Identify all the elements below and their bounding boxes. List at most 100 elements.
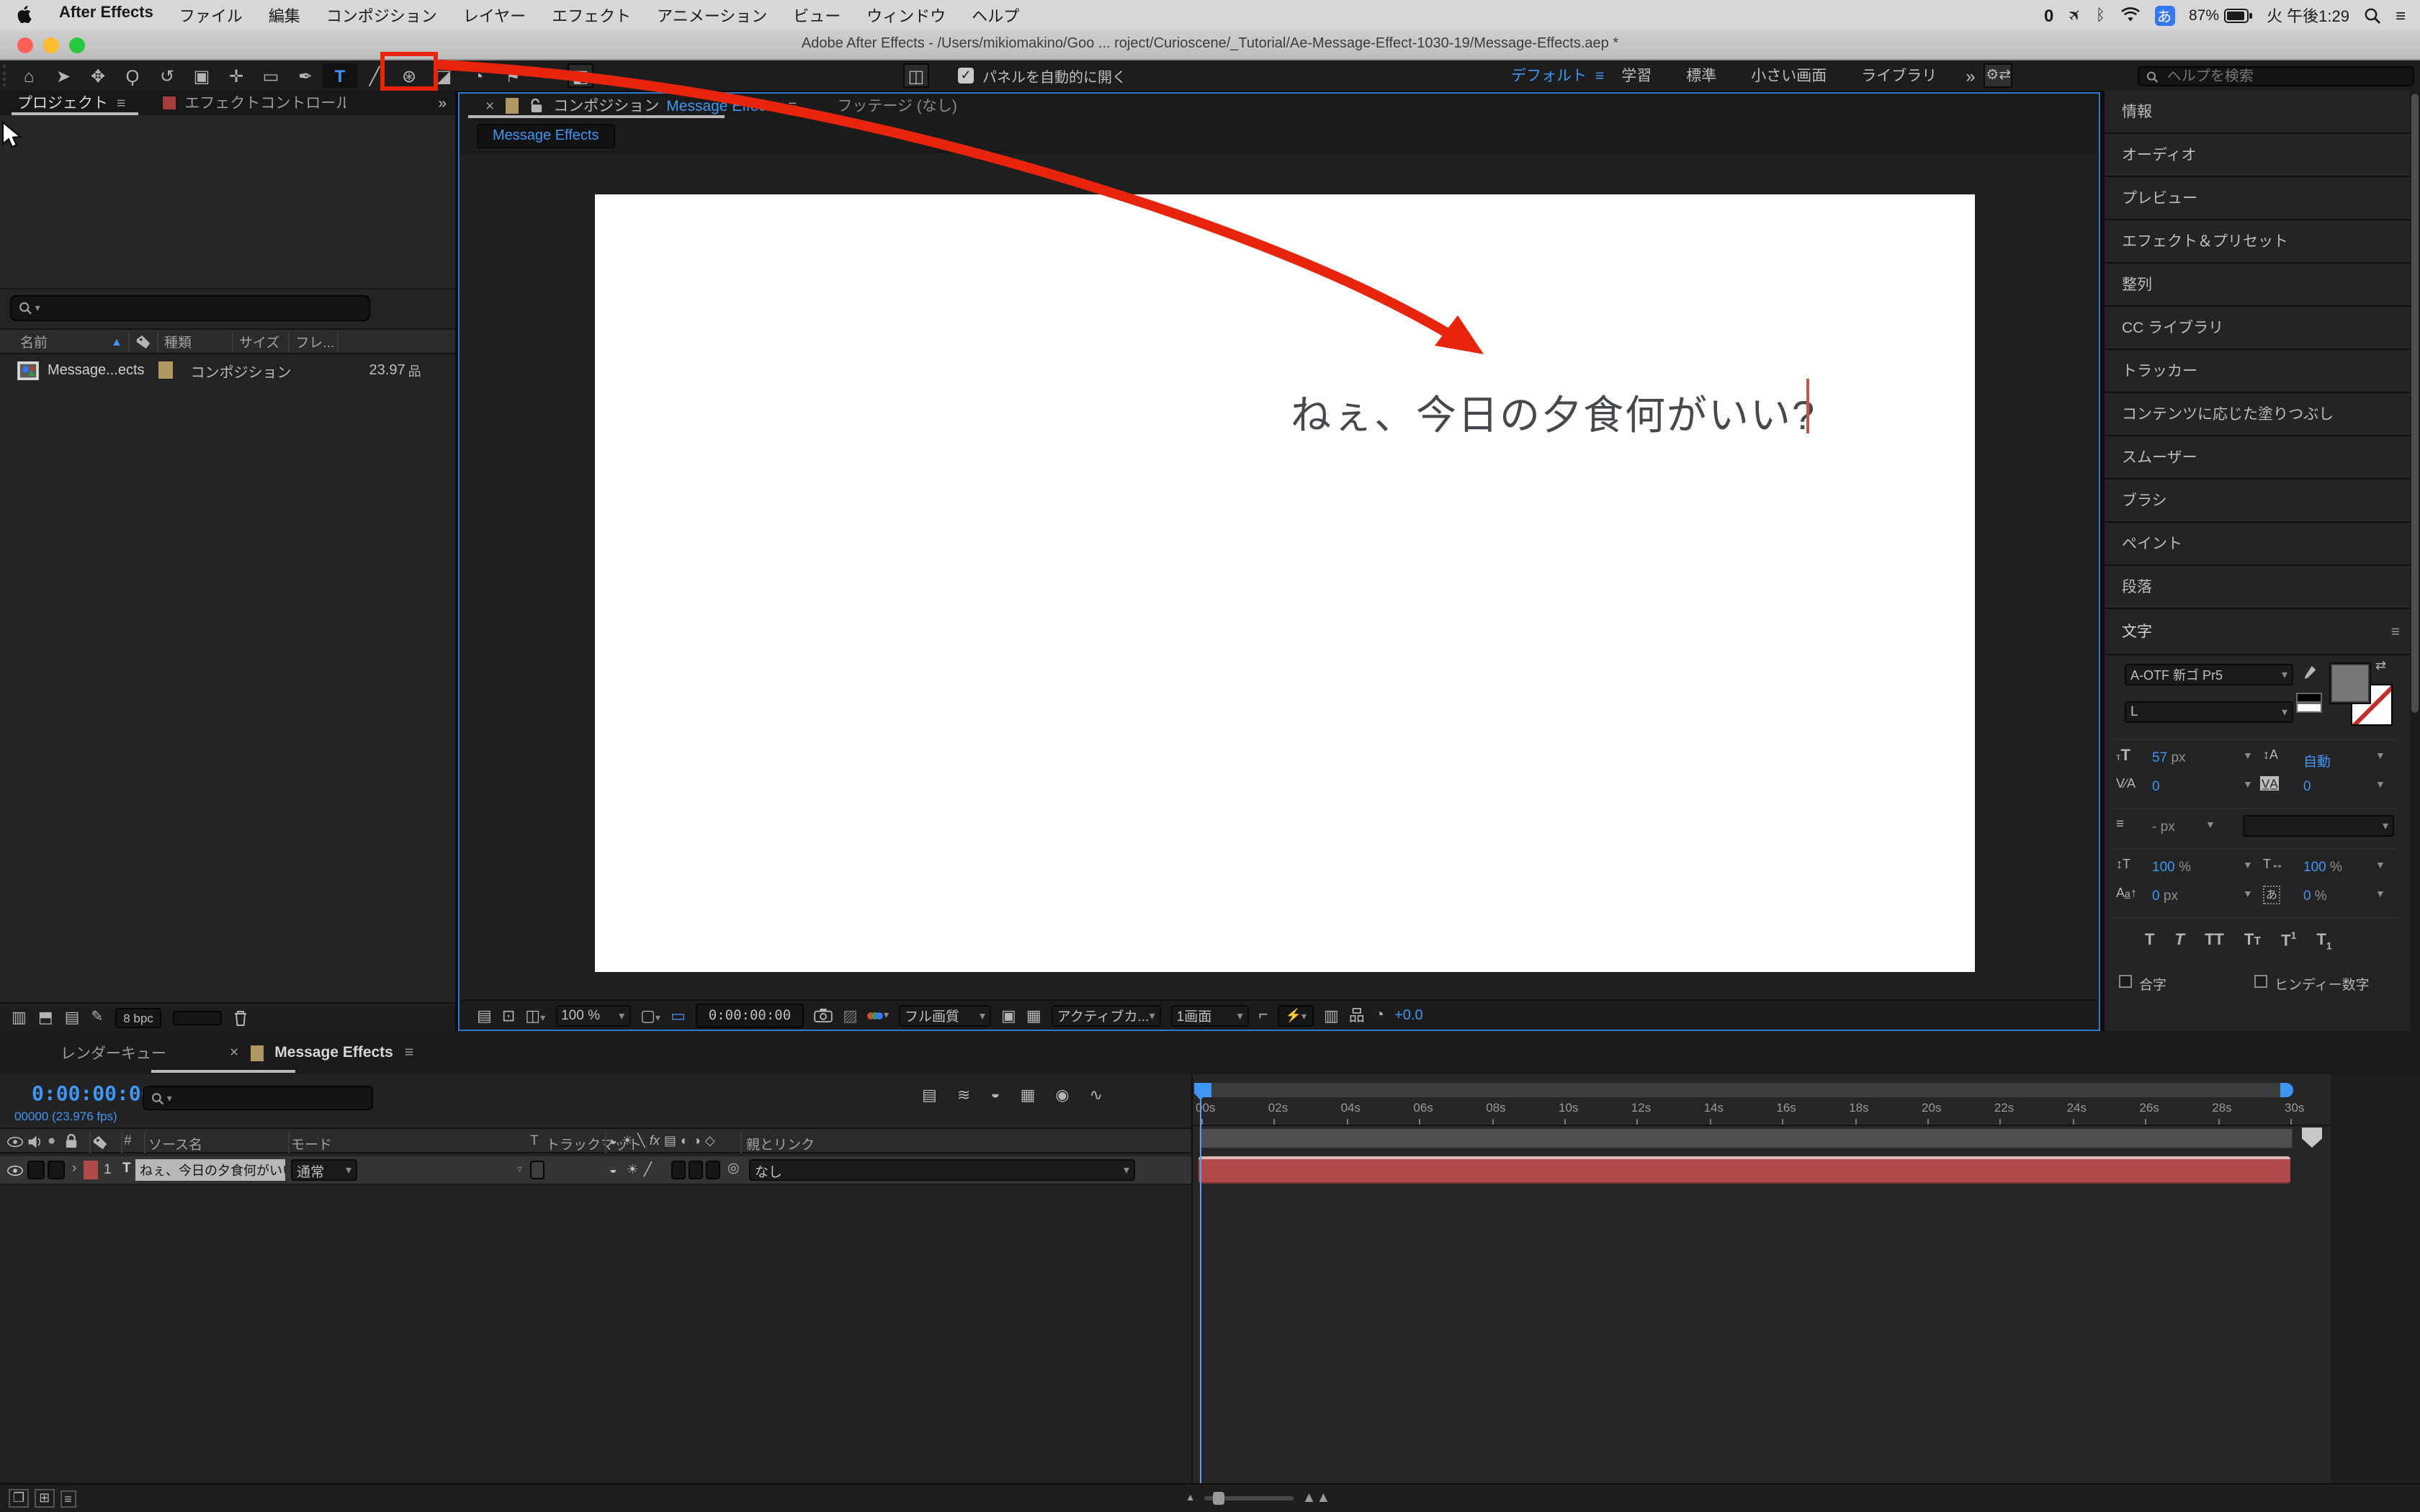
- column-number[interactable]: #: [124, 1133, 132, 1149]
- comp-mini-flowchart-icon[interactable]: ▤: [922, 1086, 937, 1104]
- puppet-pin-tool-icon[interactable]: ⚑: [496, 63, 530, 88]
- exposure-value[interactable]: +0.0: [1394, 1007, 1423, 1023]
- show-channel-icon[interactable]: ▾: [867, 1009, 889, 1021]
- trash-icon[interactable]: [234, 1009, 248, 1026]
- layer-name-selected[interactable]: ねぇ、今日の夕食何がいい?: [135, 1159, 285, 1181]
- column-size[interactable]: サイズ: [239, 331, 279, 351]
- vertical-scale-value[interactable]: 100 %: [2152, 860, 2191, 876]
- font-family-dropdown[interactable]: A-OTF 新ゴ Pr5 ▾: [2125, 664, 2293, 685]
- control-center-icon[interactable]: ≡: [2396, 5, 2406, 25]
- sidebar-panel-tab[interactable]: プレビュー: [2105, 177, 2420, 220]
- tab-character-panel[interactable]: 文字: [2122, 621, 2152, 642]
- label-column-icon[interactable]: [135, 333, 151, 349]
- black-white-swatch[interactable]: [2296, 693, 2322, 714]
- timeline-zoom-slider[interactable]: [1204, 1492, 1294, 1505]
- kerning-value[interactable]: 0: [2152, 779, 2160, 795]
- tab-footage-ghost[interactable]: フッテージ (なし): [837, 95, 956, 117]
- column-mode[interactable]: モード: [291, 1133, 332, 1153]
- workspace-tab[interactable]: ライブラリ: [1861, 65, 1937, 86]
- exposure-reset-icon[interactable]: ◔: [1375, 1007, 1384, 1024]
- resolution-dropdown[interactable]: フル画質 ▾: [899, 1004, 991, 1026]
- workspace-settings-icon[interactable]: ⚙⇄: [1984, 63, 2013, 88]
- graph-editor-icon[interactable]: ∿: [1090, 1086, 1103, 1104]
- expand-transfer-controls-icon[interactable]: ⊞: [35, 1489, 55, 1508]
- stroke-style-dropdown[interactable]: ▾: [2243, 815, 2394, 837]
- tab-composition-name[interactable]: Message Effects: [666, 97, 778, 114]
- zoom-in-mountain-icon[interactable]: ▲▲: [1302, 1490, 1331, 1506]
- sidebar-panel-tab[interactable]: オーディオ: [2105, 134, 2420, 177]
- toolbar-options-icon[interactable]: ◧: [568, 63, 593, 88]
- sidebar-panel-tab[interactable]: コンテンツに応じた塗りつぶし: [2105, 393, 2420, 436]
- tsume-value[interactable]: 0 %: [2303, 888, 2327, 904]
- home-tool-icon[interactable]: ⌂: [12, 63, 46, 88]
- font-size-value[interactable]: 57 px: [2152, 750, 2186, 766]
- stereo-glasses-icon[interactable]: ◫▾: [525, 1006, 545, 1025]
- selection-tool-icon[interactable]: ➤: [46, 63, 81, 88]
- sidebar-panel-tab[interactable]: 情報: [2105, 91, 2420, 134]
- color-depth-button[interactable]: 8 bpc: [115, 1007, 162, 1027]
- composition-canvas[interactable]: ねぇ、今日の夕食何がいい?: [595, 194, 1975, 972]
- fill-color-swatch[interactable]: [2329, 662, 2371, 704]
- snapshot-camera-icon[interactable]: [814, 1008, 833, 1022]
- auto-open-panels-checkbox[interactable]: ✓: [958, 68, 974, 84]
- workspace-tab[interactable]: 小さい画面: [1751, 65, 1827, 86]
- solo-column-icon[interactable]: ●: [48, 1133, 56, 1149]
- tracking-caret[interactable]: ▼: [2375, 780, 2385, 791]
- parent-pickwhip-icon[interactable]: ◎: [727, 1161, 740, 1176]
- fast-previews-icon[interactable]: ⚡▾: [1278, 1004, 1314, 1026]
- close-tab-icon[interactable]: ×: [230, 1044, 238, 1061]
- current-timecode[interactable]: 0:00:00:00: [32, 1083, 153, 1106]
- menu-item[interactable]: After Effects: [46, 4, 166, 27]
- layer-visibility-eye-icon[interactable]: [7, 1165, 23, 1176]
- wifi-icon[interactable]: [2120, 7, 2140, 23]
- transparency-grid-icon[interactable]: ▣: [1001, 1006, 1016, 1025]
- eyedropper-icon[interactable]: [2302, 664, 2318, 683]
- comp-flowchart-icon[interactable]: 品: [1349, 1004, 1365, 1027]
- workspace-tab[interactable]: 標準: [1686, 65, 1716, 86]
- column-name[interactable]: 名前: [20, 331, 48, 351]
- audio-toggle-well[interactable]: [27, 1161, 45, 1179]
- rotation-tool-icon[interactable]: ↺: [150, 63, 184, 88]
- superscript-button[interactable]: T1: [2281, 932, 2296, 952]
- bluetooth-icon[interactable]: ᛒ: [2096, 6, 2105, 24]
- menu-item[interactable]: アニメーション: [644, 4, 780, 27]
- adjustment-icon[interactable]: ◑: [693, 1133, 701, 1149]
- effect-well[interactable]: [671, 1161, 686, 1179]
- horizontal-scale-value[interactable]: 100 %: [2303, 860, 2342, 876]
- fx-icon[interactable]: fx: [650, 1133, 660, 1149]
- quality-switch[interactable]: ╱: [644, 1162, 652, 1178]
- checkerboard-icon[interactable]: ▦: [1026, 1006, 1041, 1025]
- work-area-bar[interactable]: [1198, 1128, 2293, 1149]
- column-framerate[interactable]: フレ...: [295, 331, 334, 351]
- font-size-caret[interactable]: ▼: [2243, 752, 2253, 762]
- font-style-dropdown[interactable]: L ▾: [2125, 701, 2293, 723]
- show-snapshot-icon[interactable]: ▨: [843, 1006, 858, 1025]
- pan-behind-tool-icon[interactable]: ✛: [219, 63, 254, 88]
- collapse-icon[interactable]: ☀: [622, 1133, 633, 1149]
- pen-tool-icon[interactable]: ✒: [288, 63, 323, 88]
- timeline-panel-icon[interactable]: ▥: [1324, 1006, 1339, 1025]
- motion-blur-well[interactable]: [706, 1161, 720, 1179]
- timeline-search-input[interactable]: [174, 1089, 364, 1107]
- project-item-row[interactable]: Message...ects コンポジション 23.97 品: [0, 356, 455, 384]
- preserve-transparency-well[interactable]: [530, 1161, 544, 1179]
- panel-menu-icon[interactable]: ≡: [117, 94, 125, 112]
- timeline-nav-bar[interactable]: [1198, 1083, 2293, 1097]
- kerning-caret[interactable]: ▼: [2243, 780, 2253, 791]
- tab-render-queue[interactable]: レンダーキュー: [60, 1042, 166, 1063]
- column-parent-link[interactable]: 親とリンク: [746, 1133, 815, 1153]
- menu-item[interactable]: 編集: [256, 4, 313, 27]
- menu-item[interactable]: レイヤー: [450, 4, 539, 27]
- frame-blending-icon[interactable]: ▦: [1021, 1086, 1036, 1104]
- workspace-menu-icon[interactable]: ≡: [1595, 67, 1604, 84]
- quality-icon[interactable]: ╲: [637, 1133, 645, 1149]
- menu-item[interactable]: エフェクト: [539, 4, 644, 27]
- sidebar-panel-tab[interactable]: スムーザー: [2105, 436, 2420, 480]
- spotlight-search-icon[interactable]: [2364, 6, 2381, 24]
- close-tab-icon[interactable]: ×: [485, 97, 494, 114]
- label-column-icon[interactable]: [92, 1135, 108, 1151]
- workspace-tab[interactable]: デフォルト: [1511, 65, 1587, 86]
- sidebar-panel-tab[interactable]: エフェクト＆プリセット: [2105, 220, 2420, 264]
- frame-blend-well[interactable]: [689, 1161, 703, 1179]
- new-folder-icon[interactable]: ⬒: [38, 1008, 53, 1027]
